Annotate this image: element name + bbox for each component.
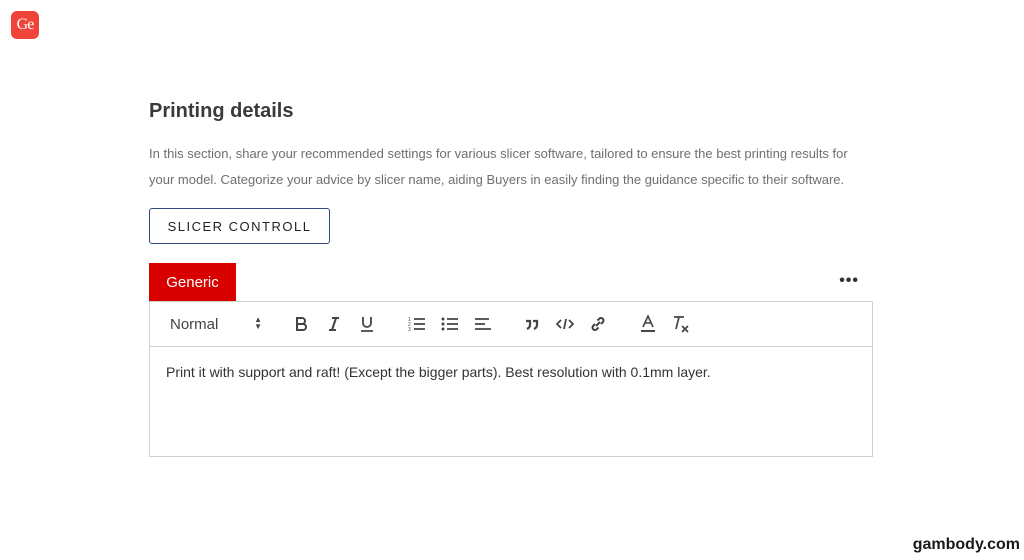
text-color-icon[interactable] [637,313,659,335]
code-icon[interactable] [554,313,576,335]
more-horizontal-icon[interactable]: ••• [839,273,859,289]
italic-icon[interactable] [323,313,345,335]
app-logo[interactable]: Ge [11,11,39,39]
format-select-value: Normal [170,315,219,333]
tab-generic[interactable]: Generic [149,263,236,301]
align-left-icon[interactable] [472,313,494,335]
clear-format-icon[interactable] [670,313,692,335]
slicer-tabs: Generic ••• [149,263,873,301]
printing-details-section: Printing details In this section, share … [149,98,873,457]
select-arrows-icon: ▲ ▼ [254,315,262,331]
logo-text: Ge [16,16,35,33]
watermark: gambody.com [912,536,1020,553]
slicer-control-button[interactable]: SLICER CONTROLL [149,208,330,244]
link-icon[interactable] [587,313,609,335]
section-description: In this section, share your recommended … [149,146,848,187]
bold-icon[interactable] [290,313,312,335]
page: Ge Printing details In this section, sha… [0,0,1024,560]
format-select[interactable]: Normal ▲ ▼ [170,313,262,335]
svg-text:3: 3 [408,327,411,332]
blockquote-icon[interactable] [521,313,543,335]
slicer-control-label: SLICER CONTROLL [167,218,312,234]
ordered-list-icon[interactable]: 123 [406,313,428,335]
rich-text-editor: Normal ▲ ▼ 123 Print it with support and… [149,301,873,457]
section-title: Printing details [149,100,294,122]
tab-generic-label: Generic [166,273,219,291]
underline-icon[interactable] [356,313,378,335]
bullet-list-icon[interactable] [439,313,461,335]
editor-toolbar: Normal ▲ ▼ 123 [150,302,872,347]
editor-content[interactable]: Print it with support and raft! (Except … [150,347,872,456]
